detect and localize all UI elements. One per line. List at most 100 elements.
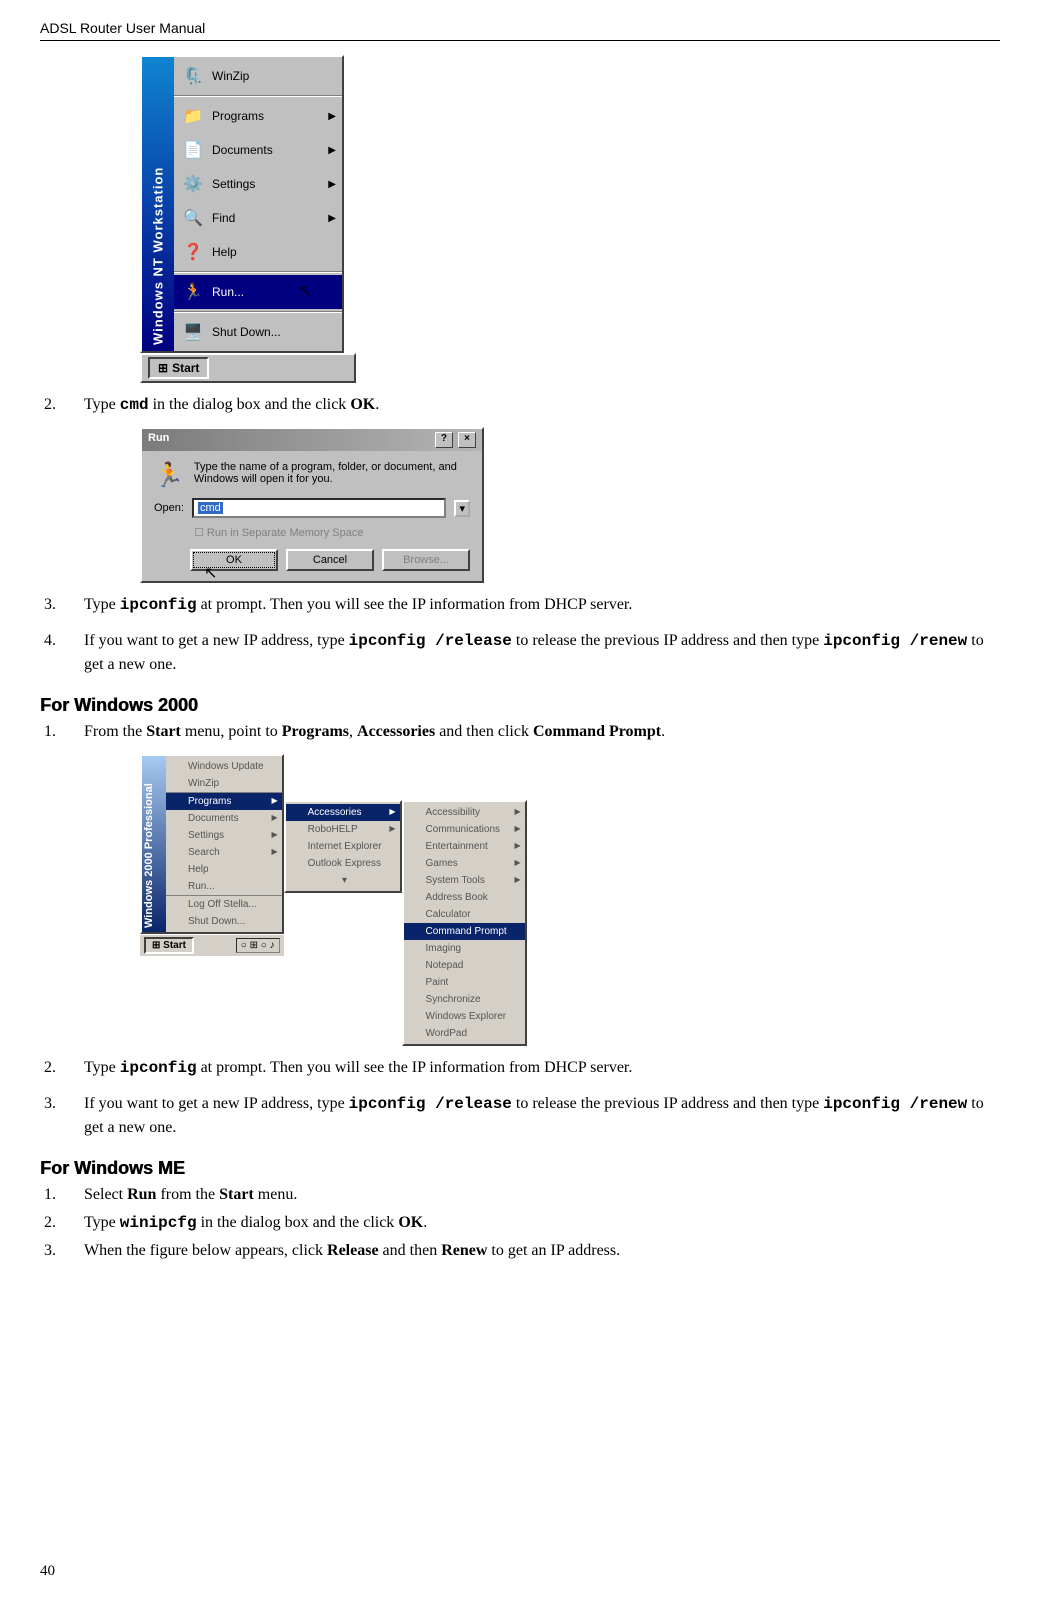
code-text: ipconfig /release <box>349 1095 512 1113</box>
window-title: Run <box>148 432 169 448</box>
menu-item[interactable]: Settings▶ <box>166 827 282 844</box>
menu-item[interactable]: Entertainment▶ <box>404 838 525 855</box>
programs-icon: 📁 <box>182 105 204 127</box>
menu-item[interactable]: WinZip <box>166 775 282 792</box>
shutdown-icon: 🖥️ <box>182 321 204 343</box>
list-item: 4. If you want to get a new IP address, … <box>40 629 1000 677</box>
browse-button[interactable]: Browse... <box>382 549 470 571</box>
list-item: 2. Type winipcfg in the dialog box and t… <box>40 1211 1000 1235</box>
menu-item[interactable]: Imaging <box>404 940 525 957</box>
menu-expand[interactable]: ▾ <box>286 872 400 889</box>
start-button[interactable]: ⊞Start <box>148 357 209 379</box>
start-button[interactable]: ⊞ Start <box>144 937 194 954</box>
chevron-right-icon: ▶ <box>328 179 336 190</box>
menu-item[interactable]: Notepad <box>404 957 525 974</box>
startmenu-sidebar: Windows NT Workstation <box>142 57 174 351</box>
menu-item[interactable]: Shut Down... <box>166 913 282 930</box>
list-number: 3. <box>40 593 84 617</box>
cancel-button[interactable]: Cancel <box>286 549 374 571</box>
run-dialog: Run ? × 🏃 Type the name of a program, fo… <box>140 427 484 583</box>
menu-item[interactable]: Calculator <box>404 906 525 923</box>
documents-icon: 📄 <box>182 139 204 161</box>
menu-item[interactable]: Windows Update <box>166 758 282 775</box>
menu-item-settings[interactable]: ⚙️Settings▶ <box>174 167 342 201</box>
menu-item[interactable]: RoboHELP▶ <box>286 821 400 838</box>
menu-item[interactable]: Documents▶ <box>166 810 282 827</box>
list-item: 2. Type cmd in the dialog box and the cl… <box>40 393 1000 417</box>
menu-item-documents[interactable]: 📄Documents▶ <box>174 133 342 167</box>
w2k-submenu-programs: Accessories▶ RoboHELP▶ Internet Explorer… <box>284 800 402 893</box>
page-header: ADSL Router User Manual <box>40 20 1000 41</box>
screenshot-nt-startmenu: Windows NT Workstation 🗜️WinZip 📁Program… <box>140 55 356 383</box>
menu-item-accessories[interactable]: Accessories▶ <box>286 804 400 821</box>
code-text: ipconfig <box>120 1059 197 1077</box>
taskbar: ⊞Start <box>140 353 356 383</box>
menu-item[interactable]: WordPad <box>404 1025 525 1042</box>
menu-separator <box>174 311 342 313</box>
w2k-start-menu: Windows 2000 Professional Windows Update… <box>140 754 284 934</box>
run-icon: 🏃 <box>182 281 204 303</box>
menu-item[interactable]: Address Book <box>404 889 525 906</box>
menu-item[interactable]: Log Off Stella... <box>166 896 282 913</box>
menu-item-help[interactable]: ❓Help <box>174 235 342 269</box>
menu-item[interactable]: Help <box>166 861 282 878</box>
system-tray: ○ ⊞ ○ ♪ <box>236 938 280 953</box>
chevron-right-icon: ▶ <box>328 145 336 156</box>
run-icon: 🏃 <box>154 461 184 490</box>
menu-item[interactable]: Accessibility▶ <box>404 804 525 821</box>
startmenu-sidebar: Windows 2000 Professional <box>142 756 166 932</box>
menu-item-find[interactable]: 🔍Find▶ <box>174 201 342 235</box>
list-item: 3. When the figure below appears, click … <box>40 1239 1000 1263</box>
menu-item[interactable]: Windows Explorer <box>404 1008 525 1025</box>
header-title: ADSL Router User Manual <box>40 20 205 36</box>
menu-item[interactable]: Internet Explorer <box>286 838 400 855</box>
list-number: 2. <box>40 1056 84 1080</box>
list-number: 3. <box>40 1092 84 1140</box>
list-number: 3. <box>40 1239 84 1263</box>
menu-item-command-prompt[interactable]: Command Prompt <box>404 923 525 940</box>
menu-item[interactable]: Paint <box>404 974 525 991</box>
titlebar: Run ? × <box>142 429 482 451</box>
menu-item[interactable]: Games▶ <box>404 855 525 872</box>
code-text: ipconfig /renew <box>823 1095 967 1113</box>
list-number: 2. <box>40 1211 84 1235</box>
code-text: ipconfig <box>120 596 197 614</box>
list-item: 1. Select Run from the Start menu. <box>40 1183 1000 1207</box>
menu-item[interactable]: Synchronize <box>404 991 525 1008</box>
menu-item-winzip[interactable]: 🗜️WinZip <box>174 59 342 93</box>
chevron-right-icon: ▶ <box>328 111 336 122</box>
list-number: 4. <box>40 629 84 677</box>
code-text: ipconfig /release <box>349 632 512 650</box>
menu-item[interactable]: Run... <box>166 878 282 895</box>
menu-item-run[interactable]: 🏃Run...↖ <box>174 275 342 309</box>
code-text: ipconfig /renew <box>823 632 967 650</box>
menu-item[interactable]: System Tools▶ <box>404 872 525 889</box>
ok-button[interactable]: OK <box>190 549 278 571</box>
menu-item-shutdown[interactable]: 🖥️Shut Down... <box>174 315 342 349</box>
dropdown-button[interactable]: ▾ <box>454 500 470 517</box>
list-number: 2. <box>40 393 84 417</box>
screenshot-w2k-startmenu: Windows 2000 Professional Windows Update… <box>140 754 527 1046</box>
help-button[interactable]: ? <box>435 432 453 448</box>
winzip-icon: 🗜️ <box>182 65 204 87</box>
menu-item[interactable]: Communications▶ <box>404 821 525 838</box>
menu-item[interactable]: Search▶ <box>166 844 282 861</box>
separate-memory-checkbox: ☐ Run in Separate Memory Space <box>194 526 363 539</box>
close-button[interactable]: × <box>458 432 476 448</box>
menu-item-programs[interactable]: Programs▶ <box>166 793 282 810</box>
section-heading-winme: For Windows ME <box>40 1158 1000 1179</box>
chevron-right-icon: ▶ <box>271 813 277 822</box>
windows-logo-icon: ⊞ <box>158 361 168 375</box>
chevron-right-icon: ▶ <box>389 824 395 833</box>
section-heading-win2000: For Windows 2000 <box>40 695 1000 716</box>
list-number: 1. <box>40 1183 84 1207</box>
menu-separator <box>174 271 342 273</box>
chevron-right-icon: ▶ <box>271 830 277 839</box>
list-number: 1. <box>40 720 84 744</box>
menu-item[interactable]: Outlook Express <box>286 855 400 872</box>
help-icon: ❓ <box>182 241 204 263</box>
settings-icon: ⚙️ <box>182 173 204 195</box>
menu-item-programs[interactable]: 📁Programs▶ <box>174 99 342 133</box>
open-input[interactable]: cmd <box>192 498 447 518</box>
cursor-icon: ↖ <box>299 281 312 301</box>
